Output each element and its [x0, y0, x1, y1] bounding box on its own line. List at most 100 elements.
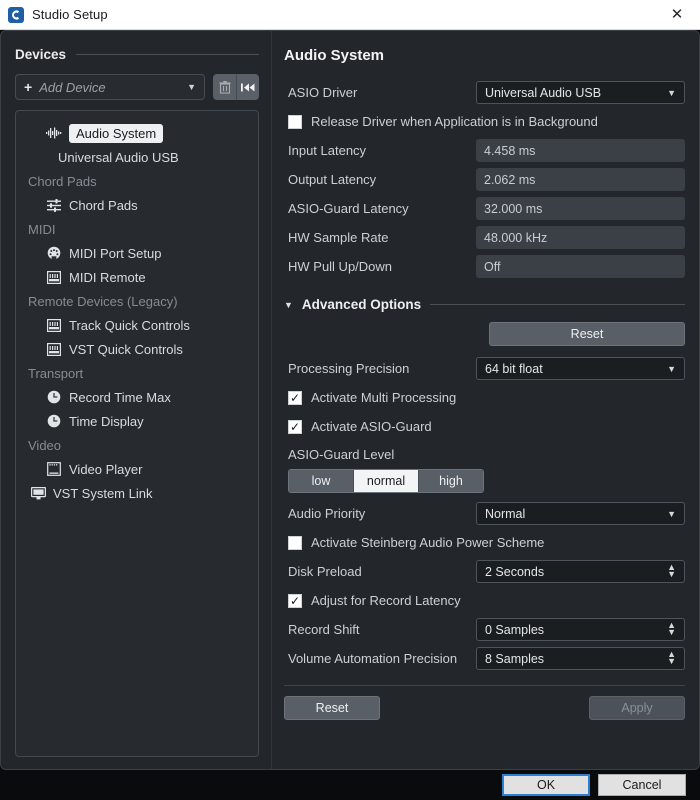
volume-automation-precision-stepper[interactable]: 8 Samples ▲ ▼: [476, 647, 685, 670]
audio-priority-label: Audio Priority: [288, 506, 366, 521]
tree-group-transport: Transport: [22, 361, 252, 385]
reset-device-button[interactable]: [236, 74, 259, 100]
device-tree[interactable]: Audio System Universal Audio USB Chord P…: [15, 110, 259, 757]
asio-guard-level-normal[interactable]: normal: [353, 470, 418, 492]
add-device-label: Add Device: [39, 79, 106, 95]
release-driver-checkbox[interactable]: ✓: [288, 114, 302, 129]
tree-item-video-player[interactable]: Video Player: [22, 457, 252, 481]
advanced-options-header[interactable]: ▼ Advanced Options: [284, 297, 685, 312]
processing-precision-select[interactable]: 64 bit float ▼: [476, 357, 685, 380]
dialog-button-bar: OK Cancel: [0, 770, 700, 800]
adjust-record-latency-row[interactable]: ✓ Adjust for Record Latency: [284, 586, 685, 615]
record-shift-stepper[interactable]: 0 Samples ▲ ▼: [476, 618, 685, 641]
sliders-icon: [46, 197, 62, 213]
clock-icon: [46, 413, 62, 429]
stepper-arrows-icon[interactable]: ▲ ▼: [667, 621, 676, 637]
plus-icon: +: [24, 79, 33, 95]
tree-item-time-display[interactable]: Time Display: [22, 409, 252, 433]
multi-processing-label: Activate Multi Processing: [311, 390, 457, 405]
asio-driver-select[interactable]: Universal Audio USB ▼: [476, 81, 685, 104]
tree-label: VST Quick Controls: [69, 341, 183, 357]
advanced-reset-button[interactable]: Reset: [489, 322, 685, 346]
delete-device-button[interactable]: [213, 74, 236, 100]
record-shift-value: 0 Samples: [485, 622, 545, 637]
hw-sample-rate-row: HW Sample Rate 48.000 kHz: [284, 223, 685, 252]
tree-label: Track Quick Controls: [69, 317, 190, 333]
clock-icon: [46, 389, 62, 405]
cubase-icon: [8, 6, 24, 23]
adjust-record-latency-label: Adjust for Record Latency: [311, 593, 461, 608]
apply-button[interactable]: Apply: [589, 696, 685, 720]
asio-guard-level-high[interactable]: high: [418, 470, 483, 492]
stepper-arrows-icon[interactable]: ▲ ▼: [667, 563, 676, 579]
stepper-arrows-icon[interactable]: ▲ ▼: [667, 650, 676, 666]
tree-item-record-time-max[interactable]: Record Time Max: [22, 385, 252, 409]
triangle-down-icon: ▼: [284, 299, 293, 310]
monitor-icon: [30, 485, 46, 501]
tree-label: Time Display: [69, 413, 144, 429]
tree-item-midi-remote[interactable]: MIDI Remote: [22, 265, 252, 289]
asio-guard-level-label: ASIO-Guard Level: [288, 446, 395, 462]
hw-pull-up-down-value: Off: [476, 255, 685, 278]
tree-label: Universal Audio USB: [58, 149, 179, 165]
advanced-options-rule: [430, 304, 685, 305]
asio-guard-level-segmented[interactable]: low normal high: [288, 469, 484, 493]
advanced-options-label: Advanced Options: [301, 297, 422, 312]
audio-priority-row: Audio Priority Normal ▼: [284, 499, 685, 528]
tree-label: MIDI Remote: [69, 269, 146, 285]
hw-pull-up-down-row: HW Pull Up/Down Off: [284, 252, 685, 281]
asio-guard-latency-row: ASIO-Guard Latency 32.000 ms: [284, 194, 685, 223]
audio-system-panel: Audio System ASIO Driver Universal Audio…: [271, 31, 699, 769]
panel-reset-button[interactable]: Reset: [284, 696, 380, 720]
input-latency-label: Input Latency: [288, 143, 367, 158]
devices-toolbar: + Add Device ▼: [15, 74, 259, 100]
tree-item-universal-audio-usb[interactable]: Universal Audio USB: [22, 145, 252, 169]
devices-header-label: Devices: [15, 47, 67, 62]
tree-item-midi-port-setup[interactable]: MIDI Port Setup: [22, 241, 252, 265]
film-icon: [46, 461, 62, 477]
device-tool-buttons: [213, 74, 259, 100]
processing-precision-value: 64 bit float: [485, 361, 543, 376]
asio-driver-label: ASIO Driver: [288, 85, 358, 100]
advanced-reset-row: Reset: [284, 322, 685, 346]
disk-preload-stepper[interactable]: 2 Seconds ▲ ▼: [476, 560, 685, 583]
devices-header-rule: [76, 54, 259, 55]
tree-label: Audio System: [69, 123, 164, 143]
close-icon[interactable]: ✕: [654, 0, 700, 29]
asio-guard-level-low[interactable]: low: [289, 470, 353, 492]
audio-priority-select[interactable]: Normal ▼: [476, 502, 685, 525]
record-shift-row: Record Shift 0 Samples ▲ ▼: [284, 615, 685, 644]
tree-item-chord-pads[interactable]: Chord Pads: [22, 193, 252, 217]
asio-guard-label: Activate ASIO-Guard: [311, 419, 432, 434]
tree-item-audio-system[interactable]: Audio System: [22, 121, 252, 145]
tree-group-chord-pads: Chord Pads: [22, 169, 252, 193]
processing-precision-row: Processing Precision 64 bit float ▼: [284, 354, 685, 383]
record-shift-label: Record Shift: [288, 622, 360, 637]
power-scheme-row[interactable]: ✓ Activate Steinberg Audio Power Scheme: [284, 528, 685, 557]
power-scheme-checkbox[interactable]: ✓: [288, 535, 302, 550]
asio-guard-row[interactable]: ✓ Activate ASIO-Guard: [284, 412, 685, 441]
tree-item-vst-system-link[interactable]: VST System Link: [22, 481, 252, 505]
panel-footer: Reset Apply: [284, 696, 685, 720]
studio-setup-dialog: Devices + Add Device ▼ Audio System Univ…: [0, 30, 700, 770]
disk-preload-label: Disk Preload: [288, 564, 362, 579]
cancel-button[interactable]: Cancel: [598, 774, 686, 796]
adjust-record-latency-checkbox[interactable]: ✓: [288, 593, 302, 608]
ok-button[interactable]: OK: [502, 774, 590, 796]
tree-item-vst-quick-controls[interactable]: VST Quick Controls: [22, 337, 252, 361]
multi-processing-checkbox[interactable]: ✓: [288, 390, 302, 405]
keyboard-icon: [46, 269, 62, 285]
window-title: Studio Setup: [32, 7, 108, 22]
release-driver-row[interactable]: ✓ Release Driver when Application is in …: [284, 107, 685, 136]
midi-port-icon: [46, 245, 62, 261]
asio-guard-checkbox[interactable]: ✓: [288, 419, 302, 434]
tree-item-track-quick-controls[interactable]: Track Quick Controls: [22, 313, 252, 337]
asio-driver-row: ASIO Driver Universal Audio USB ▼: [284, 78, 685, 107]
add-device-dropdown[interactable]: + Add Device ▼: [15, 74, 205, 100]
multi-processing-row[interactable]: ✓ Activate Multi Processing: [284, 383, 685, 412]
tree-label: Chord Pads: [69, 197, 138, 213]
chevron-down-icon: ▼: [667, 87, 676, 98]
disk-preload-value: 2 Seconds: [485, 564, 545, 579]
power-scheme-label: Activate Steinberg Audio Power Scheme: [311, 535, 545, 550]
tree-label: MIDI Port Setup: [69, 245, 162, 261]
